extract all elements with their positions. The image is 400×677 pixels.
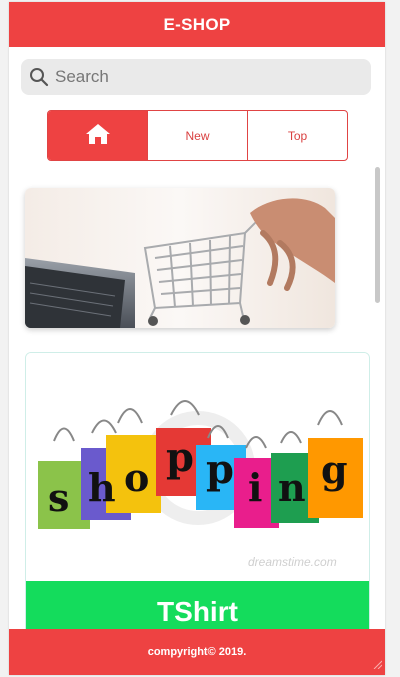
search-icon [28,66,50,88]
search-input[interactable] [53,66,357,88]
bag-letter: s [48,475,69,520]
shopping-cart-laptop-image [25,188,335,328]
bag-letter: n [278,465,306,510]
app-title: E-SHOP [163,14,231,34]
tab-new[interactable]: New [147,111,247,160]
tab-new-label: New [185,128,210,143]
image-watermark: dreamstime.com [248,555,337,569]
shopping-bags-image: s h o p p i n g [26,353,369,581]
search-bar[interactable] [21,59,371,95]
bag-letter: h [88,465,116,510]
bag-letter: o [124,455,149,500]
tab-top-label: Top [287,128,308,143]
product-card-tshirt[interactable]: s h o p p i n g dreamstime.com TShirt [25,352,370,644]
bag-letter: p [206,446,234,493]
home-icon [85,122,111,149]
footer-copyright: compyright© 2019. [147,646,247,658]
bag-letter: p [166,434,194,481]
product-card-cart[interactable] [25,188,335,328]
tab-home[interactable] [48,111,147,160]
app-header: E-SHOP [9,2,385,47]
scrollbar-thumb[interactable] [375,167,380,303]
tab-top[interactable]: Top [247,111,347,160]
app-frame: E-SHOP New Top [9,2,385,675]
bag-letter: i [248,465,262,510]
bag-letter: g [321,447,348,492]
tab-bar: New Top [47,110,348,161]
resize-grip-icon[interactable] [372,659,383,672]
app-footer: compyright© 2019. [9,629,385,675]
